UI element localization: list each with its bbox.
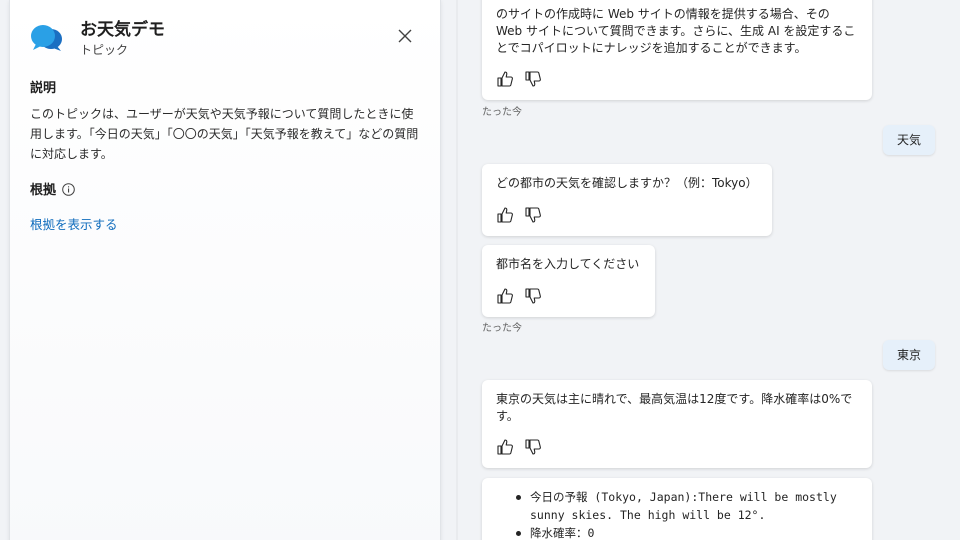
close-button[interactable] [394, 26, 416, 48]
list-item: 今日の予報 (Tokyo, Japan):There will be mostl… [512, 488, 858, 524]
thumbs-down-icon[interactable] [524, 206, 542, 224]
thumbs-up-icon[interactable] [496, 206, 514, 224]
bot-message-text: のサイトの作成時に Web サイトの情報を提供する場合、その Web サイトにつ… [496, 7, 856, 55]
reactions [496, 206, 542, 224]
thumbs-down-icon[interactable] [524, 70, 542, 88]
panel-subtitle: トピック [80, 43, 129, 57]
description-text: このトピックは、ユーザーが天気や天気予報について質問したときに使用します。「今日… [30, 107, 419, 161]
timestamp: たった今 [482, 107, 522, 118]
thumbs-up-icon[interactable] [496, 70, 514, 88]
panel-titles: お天気デモ トピック [80, 18, 165, 58]
reactions [496, 438, 542, 456]
bot-message-text: 都市名を入力してください [496, 257, 640, 271]
timestamp: たった今 [482, 323, 522, 334]
thumbs-down-icon[interactable] [524, 287, 542, 305]
bot-message-text: どの都市の天気を確認しますか？（例：Tokyo） [496, 176, 758, 190]
panel-header: お天気デモ トピック [30, 18, 165, 58]
chat-bubbles-icon [30, 22, 64, 56]
panel-title: お天気デモ [80, 20, 165, 40]
close-icon [398, 28, 412, 47]
thumbs-up-icon[interactable] [496, 287, 514, 305]
forecast-list: 今日の予報 (Tokyo, Japan):There will be mostl… [512, 488, 858, 540]
reactions [496, 70, 542, 88]
basis-heading: 根拠 [30, 179, 75, 200]
user-message: 天気 [882, 125, 935, 155]
chat-transcript[interactable]: のサイトの作成時に Web サイトの情報を提供する場合、その Web サイトにつ… [458, 0, 960, 540]
bot-message: 今日の予報 (Tokyo, Japan):There will be mostl… [482, 478, 872, 540]
thumbs-up-icon[interactable] [496, 438, 514, 456]
bot-message: 都市名を入力してください [482, 245, 655, 317]
bot-message-text: 東京の天気は主に晴れで、最高気温は12度です。降水確率は0%です。 [496, 392, 853, 423]
bot-message: どの都市の天気を確認しますか？（例：Tokyo） [482, 164, 772, 236]
show-basis-link[interactable]: 根拠を表示する [30, 214, 118, 233]
topic-panel: お天気デモ トピック 説明 このトピックは、ユーザーが天気や天気予報について質問… [9, 0, 441, 540]
bot-message: 東京の天気は主に晴れで、最高気温は12度です。降水確率は0%です。 [482, 380, 872, 468]
user-message: 東京 [882, 340, 935, 370]
info-icon[interactable] [62, 183, 75, 200]
list-item: 降水確率：0 [512, 524, 858, 540]
description-heading: 説明 [30, 81, 57, 96]
basis-heading-label: 根拠 [30, 183, 57, 198]
reactions [496, 287, 542, 305]
thumbs-down-icon[interactable] [524, 438, 542, 456]
bot-message: のサイトの作成時に Web サイトの情報を提供する場合、その Web サイトにつ… [482, 0, 872, 100]
